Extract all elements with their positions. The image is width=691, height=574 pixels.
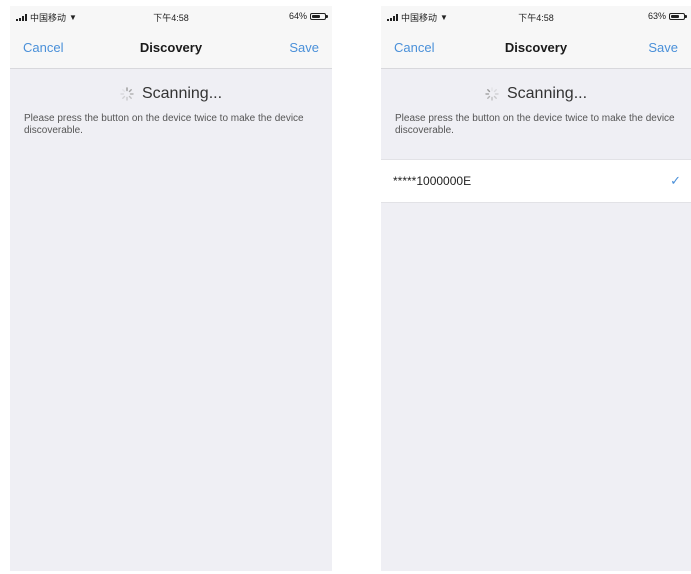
battery-icon [669,12,687,20]
device-name: *****1000000E [393,174,472,188]
instruction-text: Please press the button on the device tw… [24,113,304,136]
device-list: *****1000000E ✓ [381,159,691,203]
scanning-indicator: Scanning... [10,85,332,103]
device-list-item[interactable]: *****1000000E ✓ [381,160,691,202]
scanning-label: Scanning... [141,85,223,102]
scanning-label: Scanning... [506,85,588,102]
save-button[interactable]: Save [648,40,678,55]
page-title: Discovery [139,40,203,55]
battery-percent: 63% [647,11,666,21]
spinner-icon [120,87,134,101]
status-bar: 中国移动 ▼ 下午4:58 64% [10,6,332,28]
status-bar: 中国移动 ▼ 下午4:58 63% [381,6,691,28]
phone-screen-scanning: 中国移动 ▼ 下午4:58 64% Cancel Discovery Save [10,6,332,571]
screenshot-stage: 中国移动 ▼ 下午4:58 64% Cancel Discovery Save [0,0,691,574]
scanning-indicator: Scanning... [381,85,691,103]
checkmark-icon: ✓ [670,173,681,188]
status-battery: 64% [288,11,328,21]
spinner-icon [485,87,499,101]
battery-icon [310,12,328,20]
save-button[interactable]: Save [289,40,319,55]
status-time: 下午4:58 [153,13,189,23]
page-title: Discovery [504,40,568,55]
instruction-text: Please press the button on the device tw… [395,113,675,136]
navigation-bar: Cancel Discovery Save [10,28,332,69]
status-time: 下午4:58 [518,13,554,23]
navigation-bar: Cancel Discovery Save [381,28,691,69]
status-battery: 63% [647,11,687,21]
phone-screen-device-found: 中国移动 ▼ 下午4:58 63% Cancel Discovery Save [381,6,691,571]
battery-percent: 64% [288,11,307,21]
